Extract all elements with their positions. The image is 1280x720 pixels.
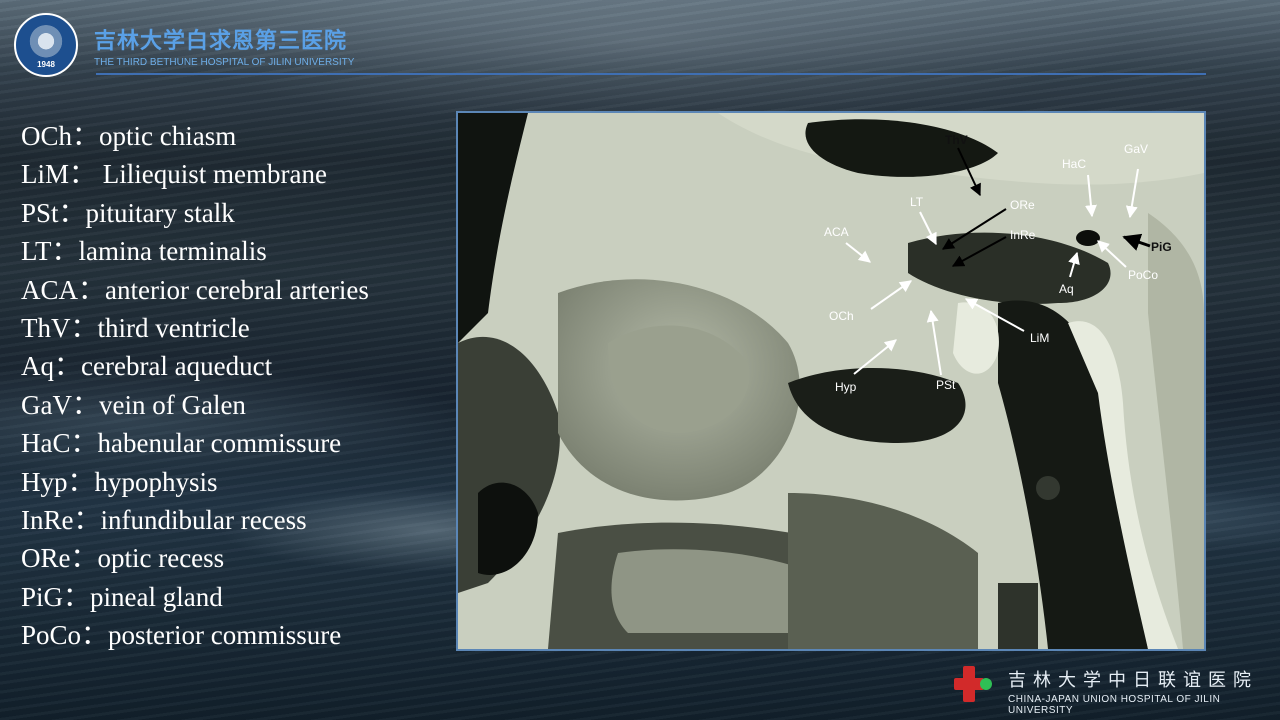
footer-hospital-en: CHINA-JAPAN UNION HOSPITAL OF JILIN UNIV… — [1008, 694, 1221, 716]
abbreviation-legend: OCh：optic chiasm LiM： Liliequist membran… — [21, 117, 369, 654]
footer-hospital-cn: 吉林大学中日联谊医院 — [1008, 670, 1258, 691]
legend-item-aq: Aq：cerebral aqueduct — [21, 351, 273, 382]
legend-item-aca: ACA：anterior cerebral arteries — [21, 274, 369, 305]
arrow-poco — [1097, 240, 1127, 268]
legend-item-hac: HaC：habenular commissure — [21, 428, 342, 459]
footer-names: 吉林大学中日联谊医院 CHINA-JAPAN UNION HOSPITAL OF… — [1008, 666, 1264, 716]
label-gav: GaV — [1124, 142, 1148, 156]
arrow-inre — [951, 236, 1007, 267]
arrow-hac — [1084, 174, 1097, 218]
label-hyp: Hyp — [835, 380, 857, 394]
emblem-portrait — [28, 25, 64, 61]
label-ore: ORe — [1010, 198, 1035, 212]
mri-sagittal-figure: ThV ORe InRe LT ACA OCh Hyp PSt LiM HaC … — [456, 111, 1206, 651]
arrow-gav — [1125, 168, 1139, 219]
arrow-hyp — [853, 339, 897, 375]
hospital-name-cn: 吉林大学白求恩第三医院 — [94, 28, 348, 54]
arrow-lt — [919, 211, 937, 246]
legend-item-pst: PSt：pituitary stalk — [21, 197, 235, 228]
label-lim: LiM — [1030, 331, 1049, 345]
legend-item-gav: GaV：vein of Galen — [21, 389, 246, 420]
label-pst: PSt — [936, 378, 956, 392]
legend-item-hyp: Hyp：hypophysis — [21, 466, 218, 497]
legend-item-lim: LiM： Liliequist membrane — [21, 159, 327, 190]
label-och: OCh — [829, 309, 854, 323]
label-lt: LT — [910, 195, 924, 209]
emblem-year: 1948 — [37, 60, 55, 69]
label-inre: InRe — [1010, 228, 1036, 242]
green-dot-logo — [980, 678, 992, 690]
annotation-layer: ThV ORe InRe LT ACA OCh Hyp PSt LiM HaC … — [824, 133, 1172, 394]
legend-item-poco: PoCo：posterior commissure — [21, 620, 342, 651]
arrow-aq — [1068, 251, 1080, 278]
arrow-och — [870, 280, 912, 310]
arrow-pig — [1122, 233, 1151, 251]
legend-item-och: OCh：optic chiasm — [21, 121, 237, 151]
label-thv: ThV — [945, 133, 968, 147]
hospital-header: 1948 吉林大学白求恩第三医院 THE THIRD BETHUNE HOSPI… — [14, 13, 354, 77]
label-pig: PiG — [1151, 240, 1172, 254]
legend-item-lt: LT：lamina terminalis — [21, 236, 267, 267]
arrow-lim — [964, 298, 1025, 332]
legend-item-thv: ThV：third ventricle — [21, 312, 250, 343]
legend-item-inre: InRe：infundibular recess — [21, 504, 307, 535]
legend-item-ore: ORe：optic recess — [21, 543, 225, 574]
partner-hospital-footer: 吉林大学中日联谊医院 CHINA-JAPAN UNION HOSPITAL OF… — [954, 662, 1264, 716]
label-poco: PoCo — [1128, 268, 1158, 282]
arrow-pst — [926, 309, 942, 376]
hospital-emblem-logo: 1948 — [14, 13, 78, 77]
hospital-name-en: THE THIRD BETHUNE HOSPITAL OF JILIN UNIV… — [94, 56, 355, 68]
legend-item-pig: PiG：pineal gland — [21, 581, 223, 612]
label-hac: HaC — [1062, 157, 1086, 171]
arrow-aca — [845, 242, 871, 263]
header-divider — [96, 73, 1206, 75]
arrow-thv — [957, 147, 981, 197]
label-aca: ACA — [824, 225, 849, 239]
label-aq: Aq — [1059, 282, 1074, 296]
hospital-names: 吉林大学白求恩第三医院 THE THIRD BETHUNE HOSPITAL O… — [94, 23, 354, 68]
